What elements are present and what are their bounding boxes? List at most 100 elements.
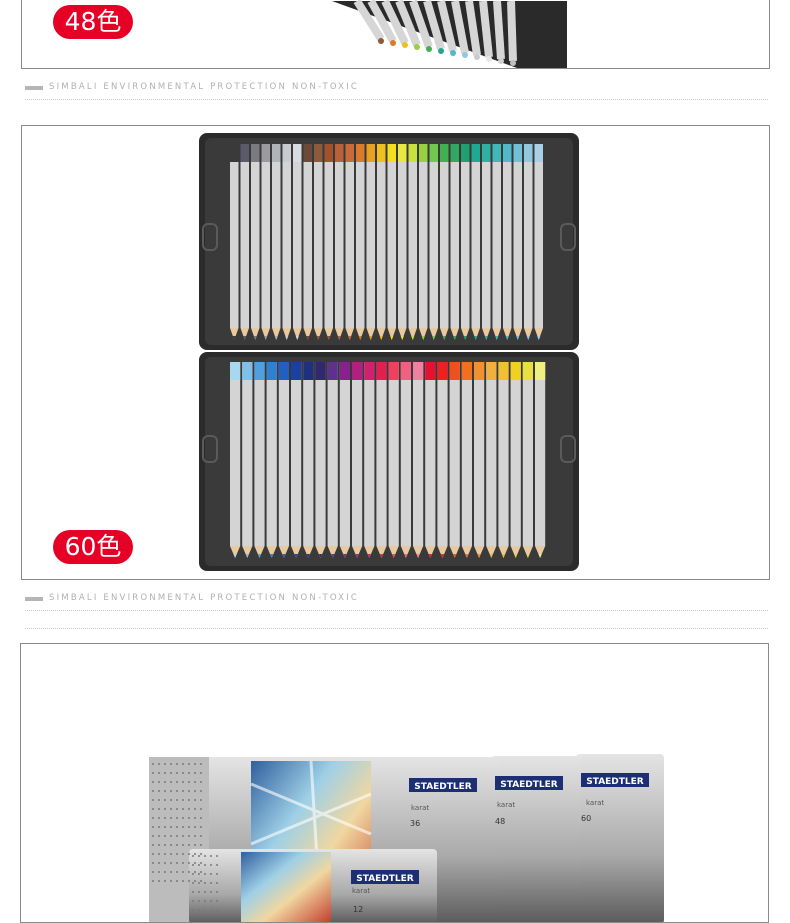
tin-dot (158, 781, 160, 783)
pencil-cap (230, 362, 241, 380)
pencil (498, 362, 509, 546)
tin-dot (158, 880, 160, 882)
tin-dot (170, 790, 172, 792)
pencil-cap (251, 144, 260, 162)
tin-dot (170, 763, 172, 765)
pencil (419, 144, 428, 328)
pencil (324, 144, 333, 328)
tin-dot (176, 781, 178, 783)
pencil-tip (474, 54, 480, 60)
tin-dot (158, 826, 160, 828)
pencil (425, 362, 436, 546)
tin-dot (182, 835, 184, 837)
color-count-badge: 60色 (53, 530, 133, 564)
pencil-cap (425, 362, 436, 380)
pencil-tip (498, 58, 504, 64)
pencil-cap (408, 144, 417, 162)
tin-dot (200, 781, 202, 783)
pencil (364, 362, 375, 546)
pencil-cap (474, 362, 485, 380)
tin-dot (194, 799, 196, 801)
tin-dot (158, 763, 160, 765)
tin-dot (182, 817, 184, 819)
tin-dot (182, 781, 184, 783)
divider-text: SIMBALI ENVIRONMENTAL PROTECTION NON-TOX… (49, 82, 360, 92)
tin-dot (210, 891, 212, 893)
tin-dot (192, 873, 194, 875)
pencil (522, 362, 533, 546)
tin-count-12: 12 (353, 905, 363, 914)
tin-dot (200, 862, 202, 864)
tin-dot (204, 900, 206, 902)
pencil-tip (486, 56, 492, 62)
tin-dot (200, 835, 202, 837)
tin-dot (194, 781, 196, 783)
tin-dot (204, 891, 206, 893)
pencil-cap (400, 362, 411, 380)
tin-dot (188, 871, 190, 873)
tin-dot (182, 862, 184, 864)
tin-dot (210, 909, 212, 911)
pencil-cap (398, 144, 407, 162)
tin-dot (210, 855, 212, 857)
tin-dot (164, 808, 166, 810)
pencil-tip (390, 40, 396, 46)
pencil (461, 362, 472, 546)
tin-dot (152, 844, 154, 846)
pencil-cap (303, 144, 312, 162)
pencil-cap (261, 144, 270, 162)
pencil (507, 0, 517, 62)
tin-dot (216, 891, 218, 893)
tin-dot (194, 871, 196, 873)
tin-dot (182, 763, 184, 765)
pencil-cap (278, 362, 289, 380)
tin-dot (158, 790, 160, 792)
divider-text: SIMBALI ENVIRONMENTAL PROTECTION NON-TOX… (49, 593, 360, 603)
tin-dot (188, 853, 190, 855)
pencil-cap (492, 144, 501, 162)
tin-dot (200, 880, 202, 882)
tin-dot (158, 799, 160, 801)
dotted-line (25, 610, 768, 611)
pencil-cap (440, 144, 449, 162)
tin-dot (164, 844, 166, 846)
tin-dot (182, 853, 184, 855)
divider-mark (25, 86, 43, 90)
pencil-cap (522, 362, 533, 380)
tin-dot (200, 763, 202, 765)
pencil-cap (482, 144, 491, 162)
pencil-tip (426, 46, 432, 52)
tin-dot (164, 835, 166, 837)
tin-dot (204, 864, 206, 866)
pencil (388, 362, 399, 546)
pencil (303, 362, 314, 546)
tin-dot (158, 808, 160, 810)
tin-dot (182, 880, 184, 882)
pencil-cap (293, 144, 302, 162)
product-name: karat (411, 804, 429, 812)
pencil (376, 362, 387, 546)
brand-logo: STAEDTLER (409, 778, 477, 792)
tin-dot (152, 817, 154, 819)
tin-dot (210, 882, 212, 884)
tin-dot (164, 871, 166, 873)
tin-dot (164, 880, 166, 882)
tin-dot (164, 799, 166, 801)
tin-dot (194, 808, 196, 810)
tin-dot (152, 790, 154, 792)
pencil-cap (510, 362, 521, 380)
tin-dot (188, 808, 190, 810)
brand-text: STAEDTLER (356, 874, 414, 884)
pencil-cap (419, 144, 428, 162)
tin-dot (198, 864, 200, 866)
pencil (437, 362, 448, 546)
tin-dot (188, 862, 190, 864)
tin-dot (200, 817, 202, 819)
tin-dot (170, 844, 172, 846)
tin-dot (176, 880, 178, 882)
tin-dot (210, 873, 212, 875)
tin-dot (182, 826, 184, 828)
tin-dot (170, 817, 172, 819)
tin-dot (204, 855, 206, 857)
tin-dot (194, 763, 196, 765)
